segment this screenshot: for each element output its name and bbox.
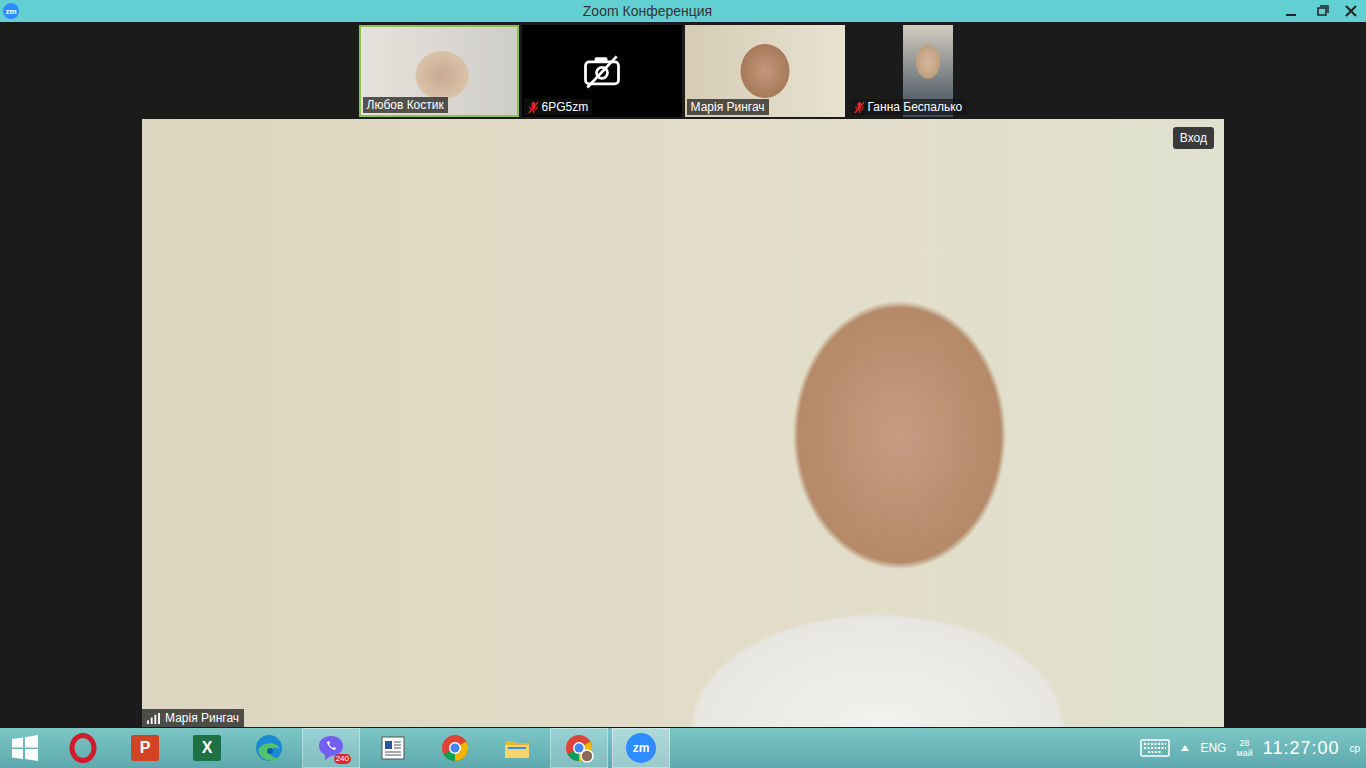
taskbar-app[interactable]: 240 <box>302 728 360 768</box>
participant-name-label: Любов Костик <box>363 97 448 113</box>
touch-keyboard-icon[interactable] <box>1140 739 1170 757</box>
system-tray: ENG 28май 11:27:00 ср <box>1140 738 1366 759</box>
title-bar: zmZoom Конференция <box>0 0 1366 22</box>
window-controls <box>1276 1 1366 21</box>
taskbar-app[interactable] <box>488 728 546 768</box>
participant-name-label: Марія Рингач <box>687 99 769 115</box>
participant-tile[interactable]: Ганна Беспалько <box>848 25 1008 117</box>
participant-tile[interactable]: Любов Костик <box>359 25 519 117</box>
zoom-screen: zmZoom КонференцияЛюбов Костик6PG5zmМарі… <box>0 0 1366 768</box>
tray-weekday: ср <box>1349 743 1360 754</box>
folder-icon <box>502 733 532 763</box>
taskbar-app[interactable]: P <box>116 728 174 768</box>
windows-logo-icon <box>10 733 40 763</box>
document-viewer-icon <box>378 733 408 763</box>
taskbar-app[interactable]: X <box>178 728 236 768</box>
chrome-icon <box>440 733 470 763</box>
notification-badge: 240 <box>334 754 351 764</box>
taskbar-app[interactable] <box>240 728 298 768</box>
muted-mic-icon <box>528 101 539 114</box>
tray-date[interactable]: 28май <box>1236 738 1252 758</box>
meeting-stage: Любов Костик 6PG5zm Марія Рингач Ганна Бесп… <box>0 22 1366 728</box>
minimize-icon[interactable] <box>1276 1 1306 21</box>
window-title: Zoom Конференция <box>19 3 1276 19</box>
participant-name-label: 6PG5zm <box>524 99 593 115</box>
camera-off-icon <box>580 52 624 90</box>
signal-icon <box>147 713 160 724</box>
zoom-logo-icon: zm <box>3 3 19 19</box>
taskbar-apps: P X 240 zm <box>0 728 670 768</box>
muted-mic-icon <box>854 101 865 114</box>
date-day: 28 <box>1240 738 1250 748</box>
participant-strip: Любов Костик 6PG5zm Марія Рингач Ганна Бесп… <box>359 25 1008 117</box>
taskbar: P X 240 zm ENG 28май 11:27:00 ср <box>0 728 1366 768</box>
taskbar-app[interactable]: zm <box>612 728 670 768</box>
speaker-video: Вход Марія Рингач <box>142 119 1224 727</box>
taskbar-app[interactable] <box>550 728 608 768</box>
opera-icon <box>68 733 98 763</box>
taskbar-app[interactable] <box>54 728 112 768</box>
show-hidden-icons-icon[interactable] <box>1180 744 1190 752</box>
participant-name: 6PG5zm <box>542 100 589 114</box>
edge-icon <box>254 733 284 763</box>
powerpoint-icon: P <box>131 735 159 761</box>
taskbar-app[interactable] <box>364 728 422 768</box>
zoom-icon: zm <box>626 733 656 763</box>
close-icon[interactable] <box>1336 1 1366 21</box>
excel-icon: X <box>193 735 221 761</box>
taskbar-app[interactable] <box>0 728 50 768</box>
tray-clock[interactable]: 11:27:00 <box>1263 738 1340 759</box>
speaker-name-label: Марія Рингач <box>142 709 244 727</box>
speaker-name: Марія Рингач <box>165 711 239 725</box>
participant-name: Любов Костик <box>367 98 444 112</box>
taskbar-app[interactable] <box>426 728 484 768</box>
enter-button[interactable]: Вход <box>1173 127 1214 149</box>
restore-icon[interactable] <box>1306 1 1336 21</box>
participant-name: Ганна Беспалько <box>868 100 963 114</box>
participant-name-label: Ганна Беспалько <box>850 99 967 115</box>
participant-tile[interactable]: 6PG5zm <box>522 25 682 117</box>
participant-name: Марія Рингач <box>691 100 765 114</box>
participant-tile[interactable]: Марія Рингач <box>685 25 845 117</box>
chrome-icon <box>564 733 594 763</box>
input-language[interactable]: ENG <box>1200 741 1226 755</box>
date-month: май <box>1236 748 1252 758</box>
speaker-video-frame <box>142 119 1224 727</box>
